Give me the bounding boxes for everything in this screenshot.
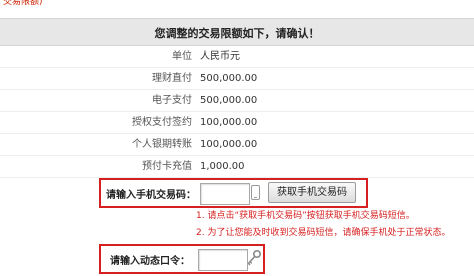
table-row: 单位 人民币元 [0,46,474,68]
sms-code-label: 请输入手机交易码： [106,190,196,201]
row-value-auth: 100,000.00 [200,117,258,128]
row-value-epay: 500,000.00 [200,95,258,106]
table-row: 授权支付签约 100,000.00 [0,112,474,134]
get-sms-code-button[interactable]: 获取手机交易码 [268,182,356,203]
sms-hint-1: 1. 请点击“获取手机交易码”按钮获取手机交易码短信。 [196,211,415,221]
row-label-prepaid: 预付卡充值 [142,161,192,172]
row-label-unit: 单位 [172,51,192,62]
row-value-unit: 人民币元 [200,51,240,62]
phone-icon [251,185,260,200]
row-value-futures: 100,000.00 [200,139,258,150]
sms-hint-2: 2. 为了让您能及时收到交易码短信，请确保手机处于正常状态。 [196,228,451,238]
row-label-epay: 电子支付 [152,95,192,106]
dynamic-password-input[interactable] [198,249,248,271]
table-row: 预付卡充值 1,000.00 [0,156,474,178]
row-label-wealth: 理财直付 [152,73,192,84]
confirmation-header: 您调整的交易限额如下，请确认！ [0,18,474,46]
row-label-auth: 授权支付签约 [132,117,192,128]
top-partial-text: 交易限额) [3,0,43,7]
dynamic-password-label: 请输入动态口令： [110,256,190,267]
page-title: 您调整的交易限额如下，请确认！ [154,27,320,40]
table-row: 理财直付 500,000.00 [0,68,474,90]
row-value-wealth: 500,000.00 [200,73,258,84]
dynamic-password-box: 请输入动态口令： [99,244,265,274]
table-row: 个人银期转账 100,000.00 [0,134,474,156]
sms-code-box: 请输入手机交易码： 获取手机交易码 [99,178,368,208]
key-icon [247,249,262,266]
row-value-prepaid: 1,000.00 [200,161,245,172]
sms-code-input[interactable] [200,183,250,205]
table-row: 电子支付 500,000.00 [0,90,474,112]
row-label-futures: 个人银期转账 [132,139,192,150]
